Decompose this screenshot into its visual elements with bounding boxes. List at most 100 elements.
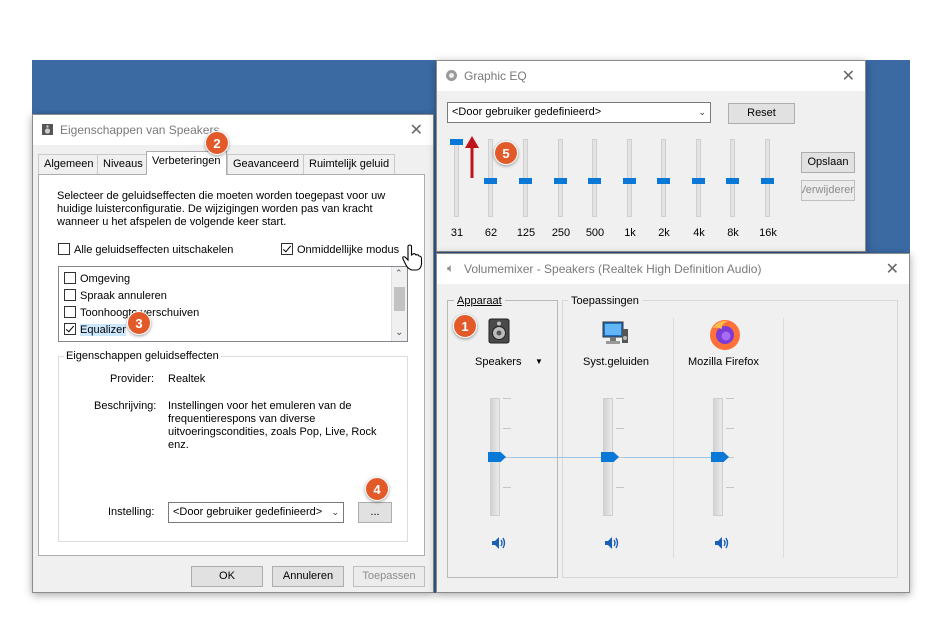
speakers-dropdown-icon[interactable]: ▼ [535, 357, 543, 366]
eq-preset-value: <Door gebruiker gedefinieerd> [452, 106, 602, 118]
channel-name-firefox: Mozilla Firefox [688, 356, 759, 368]
checkbox-label: Alle geluidseffecten uitschakelen [74, 244, 234, 256]
setting-dropdown-value: <Door gebruiker gedefinieerd> [173, 506, 323, 518]
channel-name-speakers[interactable]: Speakers [475, 356, 521, 368]
effect-label: Equalizer [80, 324, 126, 336]
volume-tick [726, 427, 734, 429]
volume-tick [503, 427, 511, 429]
chevron-down-icon: ⌄ [331, 507, 339, 517]
window-title: Eigenschappen van Speakers [60, 123, 220, 137]
description-label: Beschrijving: [94, 400, 157, 412]
list-item[interactable]: Omgeving [64, 272, 130, 285]
title-bar: 🔈︎ Volumemixer - Speakers (Realtek High … [437, 254, 909, 284]
checkbox-label: Onmiddellijke modus [297, 244, 400, 256]
reset-button[interactable]: Reset [728, 103, 795, 124]
checkbox-box [64, 306, 76, 318]
firefox-icon[interactable] [708, 318, 742, 352]
eq-band-label: 2k [658, 227, 670, 239]
ok-button[interactable]: OK [191, 566, 263, 587]
description-value: Instellingen voor het emuleren van de fr… [168, 400, 377, 451]
checkbox-box [64, 272, 76, 284]
save-button[interactable]: Opslaan [801, 152, 855, 173]
close-icon[interactable]: ✕ [410, 120, 423, 140]
window-title: Graphic EQ [464, 69, 527, 83]
remove-button: Verwijderen [801, 180, 855, 201]
apps-divider [783, 318, 784, 558]
eq-band-slider-16k[interactable] [761, 178, 774, 184]
checkbox-box [281, 243, 293, 255]
eq-band-label: 250 [551, 227, 571, 239]
eq-band-slider-1k[interactable] [623, 178, 636, 184]
eq-band-label: 125 [516, 227, 536, 239]
cancel-button[interactable]: Annuleren [272, 566, 344, 587]
hand-cursor-icon [402, 244, 423, 271]
eq-band-label: 16k [759, 227, 777, 239]
eq-band-slider-31[interactable] [450, 139, 463, 145]
annotation-badge-5: 5 [494, 141, 518, 165]
up-arrow-annotation-icon [465, 136, 479, 178]
more-settings-button[interactable]: ... [358, 502, 392, 523]
eq-band-slider-62[interactable] [484, 178, 497, 184]
annotation-badge-1: 1 [453, 314, 477, 338]
eq-band-label: 1k [624, 227, 636, 239]
eq-band-track-31 [454, 139, 459, 217]
speaker-app-icon [42, 124, 53, 135]
eq-band-slider-250[interactable] [554, 178, 567, 184]
apps-divider [673, 318, 674, 558]
title-bar: Eigenschappen van Speakers ✕ [33, 115, 433, 145]
immediate-mode-checkbox[interactable]: Onmiddellijke modus [281, 243, 399, 256]
chevron-down-icon[interactable]: ⌄ [395, 327, 403, 338]
volume-tick [726, 398, 734, 399]
effect-label: Omgeving [80, 273, 131, 285]
tab-geavanceerd[interactable]: Geavanceerd [227, 154, 306, 174]
eq-band-label: 500 [585, 227, 605, 239]
eq-band-slider-2k[interactable] [657, 178, 670, 184]
list-item[interactable]: Spraak annuleren [64, 289, 167, 302]
close-icon[interactable]: ✕ [842, 66, 855, 86]
checkbox-box [64, 289, 76, 301]
enhancements-description: Selecteer de geluidseffecten die moeten … [57, 190, 386, 228]
eq-band-label: 31 [450, 227, 464, 239]
eq-preset-dropdown[interactable]: <Door gebruiker gedefinieerd> ⌄ [447, 102, 711, 123]
mute-toggle-speaker-icon[interactable] [714, 536, 730, 553]
tab-algemeen[interactable]: Algemeen [38, 154, 100, 174]
volume-tick [616, 427, 624, 429]
close-icon[interactable]: ✕ [886, 259, 899, 279]
group-title: Eigenschappen geluidseffecten [64, 350, 221, 362]
annotation-badge-2: 2 [205, 131, 229, 155]
equalizer-app-icon [446, 70, 457, 81]
setting-dropdown[interactable]: <Door gebruiker gedefinieerd> ⌄ [168, 502, 344, 523]
volume-tick [503, 486, 511, 488]
system-sounds-icon[interactable] [600, 319, 630, 347]
volume-tick [616, 398, 624, 399]
scroll-thumb[interactable] [394, 287, 405, 311]
eq-band-label: 62 [484, 227, 498, 239]
annotation-badge-4: 4 [365, 477, 389, 501]
mute-toggle-speaker-icon[interactable] [491, 536, 507, 553]
title-bar: Graphic EQ ✕ [437, 61, 865, 91]
effect-label: Spraak annuleren [80, 290, 167, 302]
annotation-badge-3: 3 [127, 311, 151, 335]
tab-ruimtelijk-geluid[interactable]: Ruimtelijk geluid [303, 154, 396, 174]
mute-toggle-speaker-icon[interactable] [604, 536, 620, 553]
volume-tick [616, 486, 624, 488]
list-item[interactable]: Equalizer [64, 323, 126, 336]
speaker-app-icon: 🔈︎ [447, 261, 455, 275]
window-title: Volumemixer - Speakers (Realtek High Def… [464, 262, 762, 276]
list-scrollbar[interactable]: ⌃ ⌄ [391, 267, 407, 341]
channel-name-system-sounds: Syst.geluiden [583, 356, 650, 368]
provider-label: Provider: [110, 373, 155, 385]
eq-band-slider-8k[interactable] [726, 178, 739, 184]
device-header: Apparaat [454, 295, 505, 307]
eq-band-slider-4k[interactable] [692, 178, 705, 184]
eq-band-slider-125[interactable] [519, 178, 532, 184]
checkbox-box [64, 323, 76, 335]
chevron-down-icon: ⌄ [698, 107, 706, 117]
speaker-device-icon[interactable] [487, 318, 511, 344]
apps-header: Toepassingen [568, 295, 642, 307]
provider-value: Realtek [168, 373, 206, 385]
eq-band-slider-500[interactable] [588, 178, 601, 184]
checkbox-box [58, 243, 70, 255]
tab-niveaus[interactable]: Niveaus [97, 154, 149, 174]
disable-all-checkbox[interactable]: Alle geluidseffecten uitschakelen [58, 243, 233, 256]
